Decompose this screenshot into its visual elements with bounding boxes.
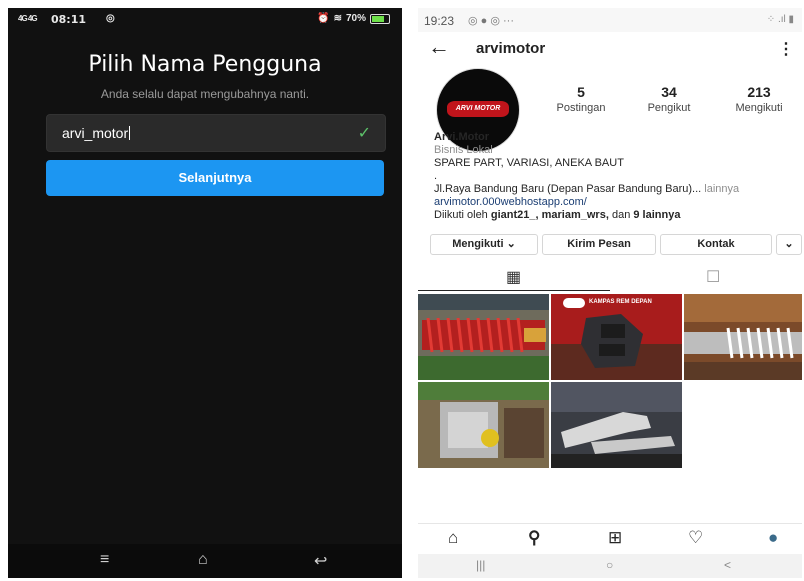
menu-icon[interactable]: ≡	[100, 551, 109, 569]
status-bar: 19:23 ◎ ● ◎ ··· ⁘ .ıl ▮	[418, 8, 802, 32]
home-icon[interactable]: ⌂	[198, 551, 208, 569]
post-thumbnail[interactable]	[551, 382, 682, 468]
home-icon[interactable]: ⌂	[448, 528, 458, 548]
heart-icon[interactable]: ♡	[688, 528, 703, 548]
following-button[interactable]: Mengikuti ⌄	[430, 234, 538, 255]
stat-followers[interactable]: 34 Pengikut	[638, 84, 700, 114]
system-nav-bar: ||| ○ <	[418, 554, 802, 578]
status-bar: 4G 4G 08:11 ◎ ⏰ ≋ 70%	[8, 8, 402, 30]
wifi-icon: ≋	[333, 13, 342, 24]
check-icon: ✓	[357, 125, 371, 142]
website-link[interactable]: arvimotor.000webhostapp.com/	[434, 196, 800, 209]
contact-button[interactable]: Kontak	[660, 234, 772, 255]
post-thumbnail[interactable]	[684, 294, 802, 380]
battery-icon	[370, 13, 390, 24]
page-title: Pilih Nama Pengguna	[88, 52, 322, 77]
signal-icon: 4G 4G	[18, 14, 38, 23]
battery-percent: 70%	[345, 13, 366, 24]
record-icon: ◎	[106, 13, 115, 24]
followed-by[interactable]: Diikuti oleh giant21_, mariam_wrs, dan 9…	[434, 209, 800, 222]
more-options-icon[interactable]: ⋮	[778, 39, 794, 59]
alarm-icon: ⏰	[317, 13, 330, 24]
stat-following[interactable]: 213 Mengikuti	[724, 84, 794, 114]
white-shock-photo	[684, 294, 802, 380]
suggested-dropdown[interactable]: ⌄	[776, 234, 802, 255]
search-icon[interactable]: ⚲	[528, 528, 540, 548]
username-input[interactable]: arvi_motor ✓	[46, 114, 386, 152]
carburetor-photo	[418, 382, 549, 468]
bottom-tab-bar: ⌂ ⚲ ⊞ ♡ ●	[418, 523, 802, 554]
shock-absorber-photo	[418, 294, 549, 380]
status-right: ⁘ .ıl ▮	[766, 14, 794, 25]
profile-screen: 19:23 ◎ ● ◎ ··· ⁘ .ıl ▮ ← arvimotor ⋮ AR…	[418, 8, 802, 578]
status-time: 08:11	[51, 13, 87, 26]
back-button-icon[interactable]: <	[724, 558, 731, 572]
profile-bio: Arvi.Motor Bisnis Lokal SPARE PART, VARI…	[434, 131, 800, 222]
system-nav-bar: ≡ ⌂ ↩	[8, 544, 402, 578]
profile-username: arvimotor	[476, 40, 546, 57]
post-thumbnail[interactable]	[418, 294, 549, 380]
page-subtitle: Anda selalu dapat mengubahnya nanti.	[100, 87, 310, 101]
post-caption: KAMPAS REM DEPAN	[589, 299, 652, 305]
profile-icon[interactable]: ●	[768, 528, 778, 548]
profile-tabs: ▦ ☐	[418, 264, 802, 292]
home-button-icon[interactable]: ○	[606, 558, 613, 572]
recent-apps-icon[interactable]: |||	[476, 558, 485, 572]
add-post-icon[interactable]: ⊞	[608, 528, 622, 548]
message-button[interactable]: Kirim Pesan	[542, 234, 656, 255]
exhaust-photo	[551, 382, 682, 468]
next-button[interactable]: Selanjutnya	[46, 160, 384, 196]
status-right: ⏰ ≋ 70%	[317, 13, 390, 24]
back-icon[interactable]: ↩	[314, 551, 327, 571]
username-screen: 4G 4G 08:11 ◎ ⏰ ≋ 70% Pilih Nama Penggun…	[8, 8, 402, 578]
more-link[interactable]: lainnya	[704, 183, 739, 195]
stat-posts[interactable]: 5 Postingan	[550, 84, 612, 114]
back-arrow-icon[interactable]: ←	[428, 34, 450, 60]
post-thumbnail[interactable]: KAMPAS REM DEPAN	[551, 294, 682, 380]
post-thumbnail[interactable]	[418, 382, 549, 468]
notification-icons: ◎ ● ◎ ···	[468, 15, 514, 27]
brake-pad-photo	[551, 294, 682, 380]
status-time: 19:23	[424, 14, 455, 28]
profile-header: ← arvimotor ⋮	[418, 34, 802, 64]
username-value: arvi_motor	[62, 125, 131, 141]
avatar-logo: ARVI MOTOR	[447, 101, 509, 117]
grid-tab-icon[interactable]: ▦	[506, 267, 521, 287]
tagged-tab-icon[interactable]: ☐	[706, 267, 720, 287]
